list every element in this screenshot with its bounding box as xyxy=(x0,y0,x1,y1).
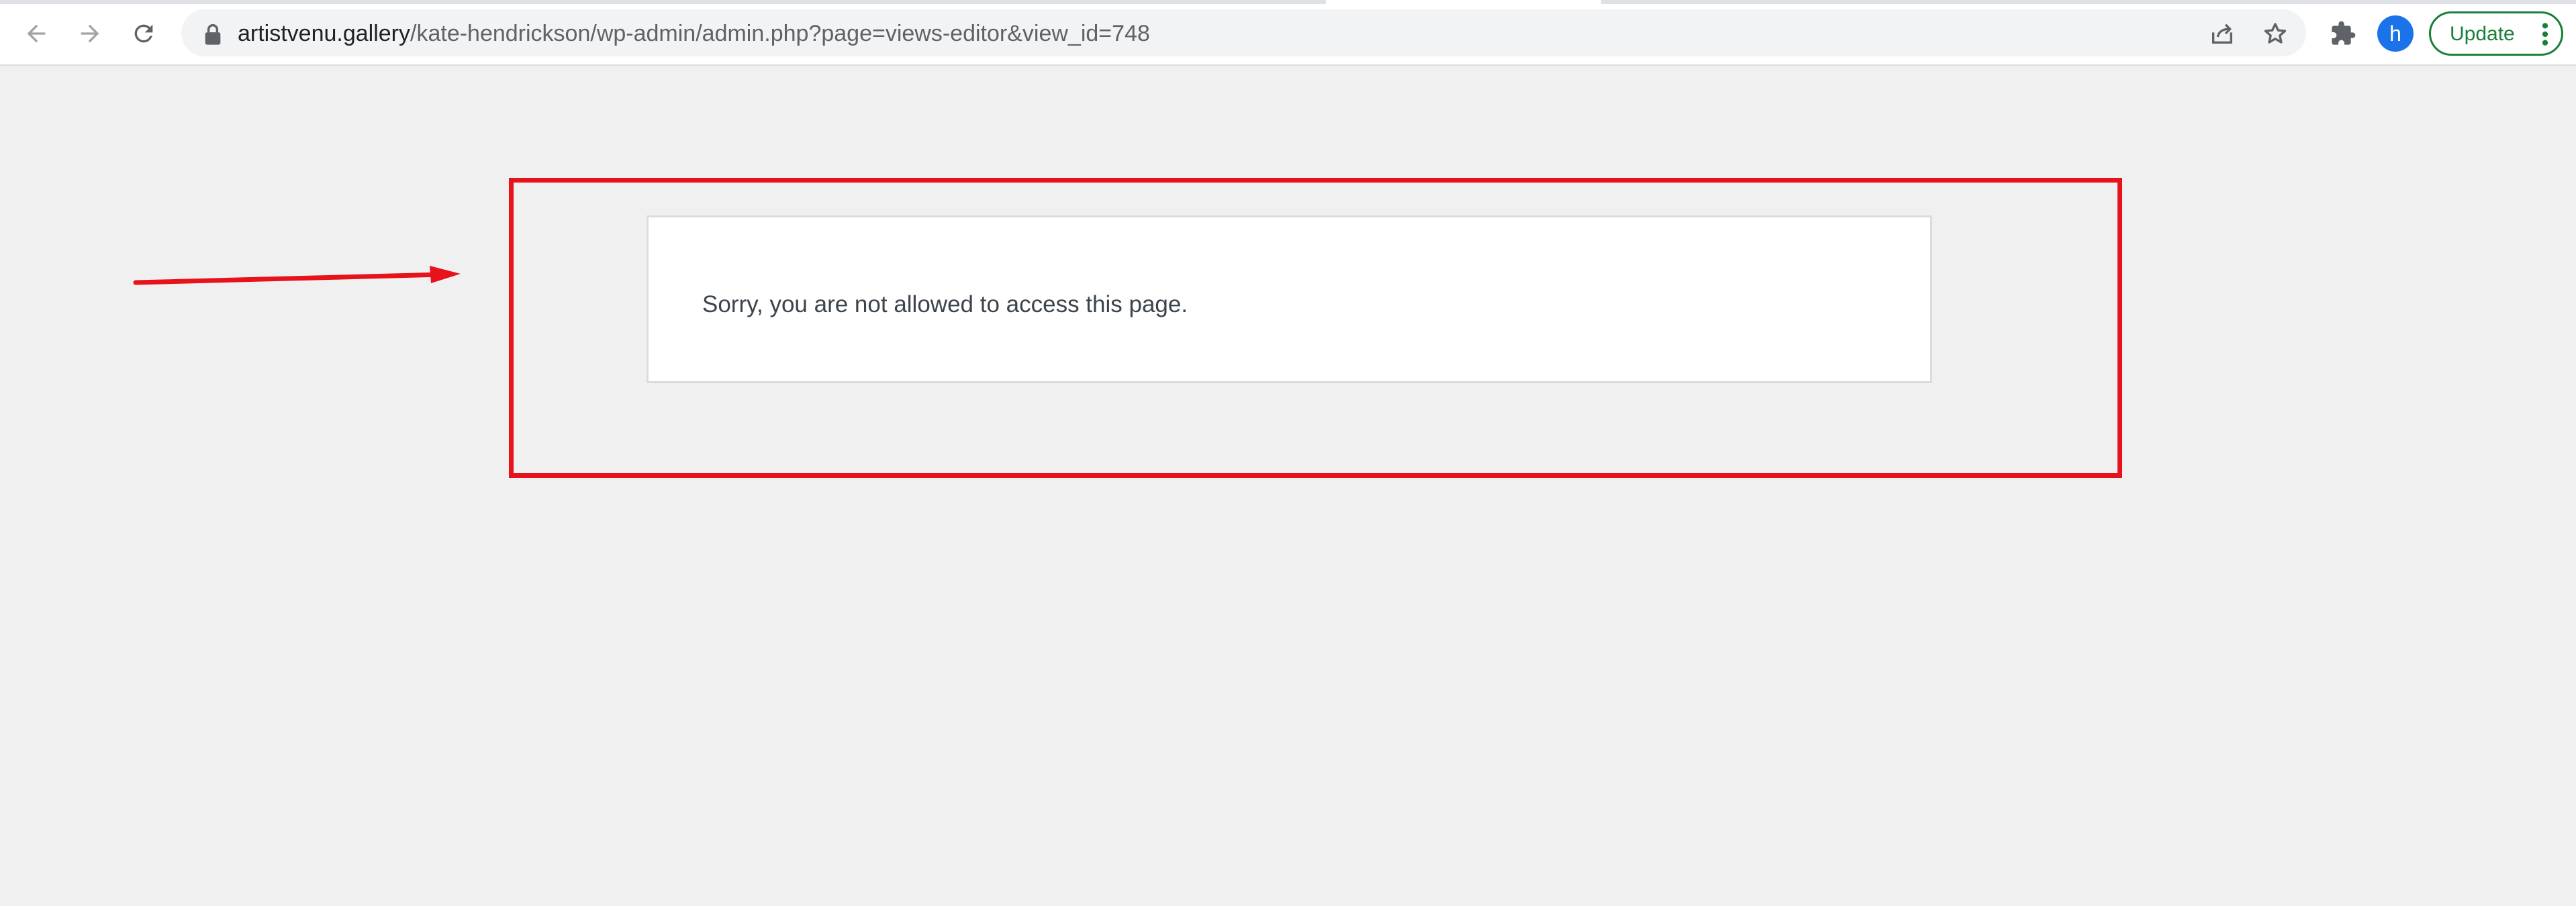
tab-strip-edge xyxy=(1601,0,2576,4)
error-notice-card: Sorry, you are not allowed to access thi… xyxy=(647,215,1932,383)
share-button[interactable] xyxy=(2207,19,2237,48)
share-icon xyxy=(2212,23,2232,44)
arrow-right-icon xyxy=(81,24,99,43)
star-icon xyxy=(2264,23,2287,44)
reload-button[interactable] xyxy=(126,16,161,51)
page-content: Sorry, you are not allowed to access thi… xyxy=(0,66,2576,906)
forward-button[interactable] xyxy=(73,16,107,51)
arrow-left-icon xyxy=(27,24,46,43)
extensions-button[interactable] xyxy=(2328,19,2358,48)
annotation-arrow xyxy=(133,266,461,285)
reload-icon xyxy=(134,24,153,43)
url-host: artistvenu.gallery xyxy=(238,21,411,46)
profile-avatar[interactable]: h xyxy=(2377,15,2414,52)
update-button-label: Update xyxy=(2450,23,2515,45)
url-path: /kate-hendrickson/wp-admin/admin.php?pag… xyxy=(410,21,1150,46)
update-button[interactable]: Update xyxy=(2429,11,2563,56)
back-button[interactable] xyxy=(19,16,54,51)
bookmark-button[interactable] xyxy=(2260,19,2290,48)
error-message: Sorry, you are not allowed to access thi… xyxy=(702,291,1188,317)
browser-toolbar: artistvenu.gallery/kate-hendrickson/wp-a… xyxy=(0,0,2576,66)
puzzle-icon xyxy=(2332,21,2356,45)
lock-icon xyxy=(205,23,221,45)
tab-strip-edge xyxy=(0,0,1326,4)
kebab-menu-icon xyxy=(2542,23,2548,46)
address-url[interactable]: artistvenu.gallery/kate-hendrickson/wp-a… xyxy=(238,19,1150,48)
